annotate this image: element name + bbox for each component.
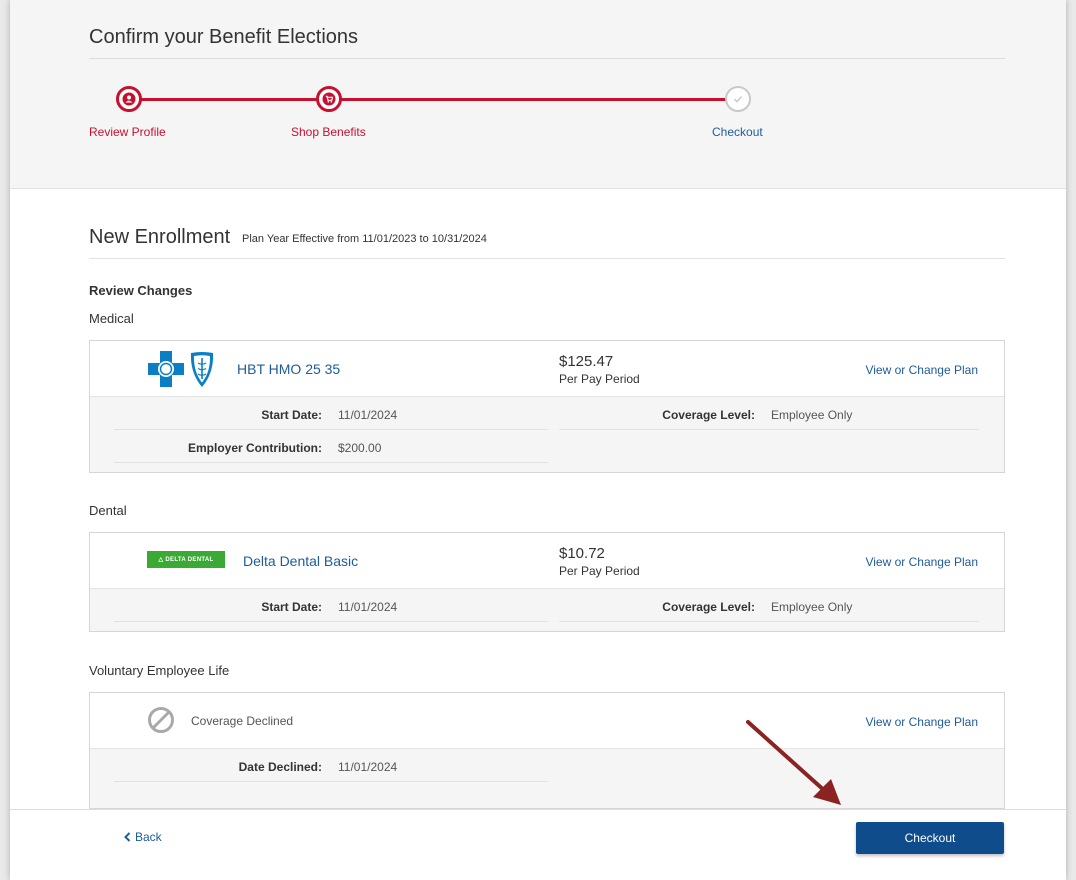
step-shop-benefits-indicator — [316, 86, 342, 112]
price-period: Per Pay Period — [559, 372, 640, 386]
detail-row: Employer Contribution: $200.00 — [90, 430, 1004, 472]
price-period: Per Pay Period — [559, 564, 640, 578]
coverage-level-label: Coverage Level: — [662, 408, 755, 422]
action-bar: Back Checkout — [10, 809, 1066, 880]
enrollment-title: New Enrollment — [89, 226, 231, 248]
page-title: Confirm your Benefit Elections — [89, 26, 359, 48]
coverage-level-label: Coverage Level: — [662, 600, 755, 614]
detail-row: Start Date: 11/01/2024 Coverage Level: E… — [90, 397, 1004, 430]
plan-price: $10.72 — [559, 545, 605, 562]
delta-dental-logo: △ DELTA DENTAL — [147, 551, 225, 568]
plan-details: Start Date: 11/01/2024 Coverage Level: E… — [90, 397, 1004, 472]
date-declined-value: 11/01/2024 — [338, 760, 398, 774]
view-change-plan-link[interactable]: View or Change Plan — [865, 363, 978, 377]
plan-details: Date Declined: 11/01/2024 — [90, 749, 1004, 808]
progress-line-complete — [138, 98, 728, 101]
medical-section-label: Medical — [89, 311, 134, 326]
divider — [114, 621, 548, 622]
plan-summary: △ DELTA DENTAL Delta Dental Basic $10.72… — [90, 533, 1004, 589]
employer-contribution-label: Employer Contribution: — [188, 441, 322, 455]
divider — [559, 621, 979, 622]
start-date-label: Start Date: — [261, 408, 322, 422]
plan-price: $125.47 — [559, 353, 614, 370]
detail-row: Start Date: 11/01/2024 Coverage Level: E… — [90, 589, 1004, 631]
check-icon — [732, 93, 744, 105]
step-checkout-label[interactable]: Checkout — [712, 125, 763, 139]
back-label: Back — [135, 830, 162, 844]
life-plan-card: Coverage Declined View or Change Plan Da… — [89, 692, 1005, 809]
plan-name: HBT HMO 25 35 — [237, 361, 341, 377]
divider — [89, 258, 1005, 259]
employer-contribution-value: $200.00 — [338, 441, 382, 455]
start-date-label: Start Date: — [261, 600, 322, 614]
divider — [114, 462, 548, 463]
checkout-button[interactable]: Checkout — [856, 822, 1004, 854]
step-checkout-indicator — [725, 86, 751, 112]
coverage-level-value: Employee Only — [771, 408, 853, 422]
start-date-value: 11/01/2024 — [338, 600, 398, 614]
plan-details: Start Date: 11/01/2024 Coverage Level: E… — [90, 589, 1004, 631]
detail-row: Date Declined: 11/01/2024 — [90, 749, 1004, 782]
step-review-profile-indicator — [116, 86, 142, 112]
bcbs-logo — [147, 350, 223, 395]
progress-header: Confirm your Benefit Elections Review Pr… — [10, 0, 1066, 189]
plan-name: Delta Dental Basic — [243, 553, 359, 569]
view-change-plan-link[interactable]: View or Change Plan — [865, 555, 978, 569]
declined-icon — [147, 706, 175, 739]
back-link[interactable]: Back — [124, 830, 162, 845]
start-date-value: 11/01/2024 — [338, 408, 398, 422]
plan-summary: Coverage Declined View or Change Plan — [90, 693, 1004, 749]
page-frame: Confirm your Benefit Elections Review Pr… — [10, 0, 1066, 880]
view-change-plan-link[interactable]: View or Change Plan — [865, 715, 978, 729]
step-shop-benefits-label[interactable]: Shop Benefits — [291, 125, 366, 139]
dental-plan-card: △ DELTA DENTAL Delta Dental Basic $10.72… — [89, 532, 1005, 632]
user-icon — [122, 92, 136, 106]
cart-icon — [322, 92, 336, 106]
dental-section-label: Dental — [89, 503, 127, 518]
chevron-left-icon — [124, 831, 131, 845]
life-section-label: Voluntary Employee Life — [89, 663, 230, 678]
coverage-declined-status: Coverage Declined — [191, 714, 294, 728]
divider — [89, 58, 1005, 59]
date-declined-label: Date Declined: — [238, 760, 322, 774]
medical-plan-card: HBT HMO 25 35 $125.47 Per Pay Period Vie… — [89, 340, 1005, 473]
plan-summary: HBT HMO 25 35 $125.47 Per Pay Period Vie… — [90, 341, 1004, 397]
plan-year-text: Plan Year Effective from 11/01/2023 to 1… — [242, 233, 487, 245]
step-review-profile-label[interactable]: Review Profile — [89, 125, 166, 139]
review-changes-heading: Review Changes — [89, 283, 193, 298]
divider — [114, 781, 548, 782]
coverage-level-value: Employee Only — [771, 600, 853, 614]
